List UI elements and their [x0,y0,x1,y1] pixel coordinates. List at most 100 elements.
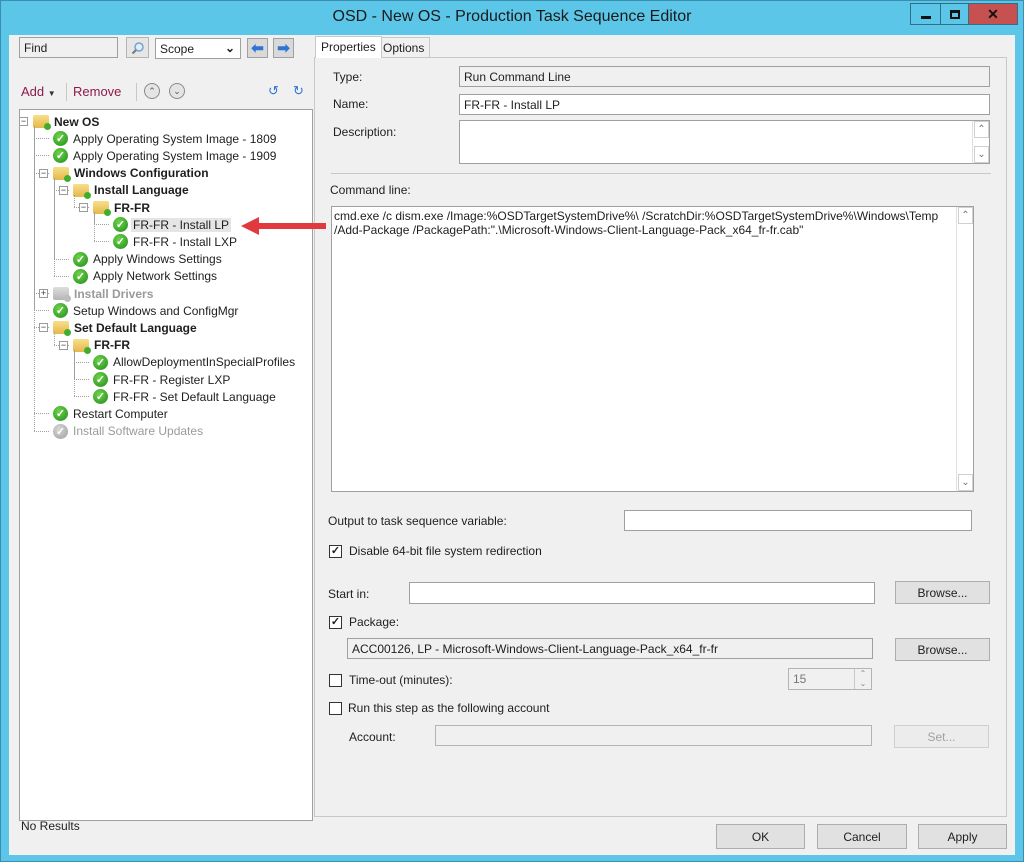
package-browse-button[interactable]: Browse... [895,638,990,661]
output-variable-label: Output to task sequence variable: [328,514,507,528]
run-as-checkbox[interactable] [329,702,342,715]
tree-step[interactable]: ✓ Apply Operating System Image - 1909 [53,147,278,164]
search-status: No Results [21,819,80,833]
move-up-button[interactable]: ⌃ [144,83,160,99]
expand-all-icon[interactable]: ↻ [293,83,309,100]
move-down-icon: ⌄ [173,85,181,96]
scroll-up-icon[interactable]: ⌃ [974,121,989,138]
tree-step[interactable]: ✓ AllowDeploymentInSpecialProfiles [93,354,297,371]
timeout-checkbox[interactable] [329,674,342,687]
window-title: OSD - New OS - Production Task Sequence … [332,8,692,25]
collapse-node-icon[interactable]: − [59,185,68,195]
spin-down-icon[interactable]: ⌄ [855,679,871,689]
apply-button[interactable]: Apply [918,824,1007,849]
tree-step[interactable]: ✓ FR-FR - Register LXP [93,371,232,388]
tree-connector [34,430,49,432]
description-field[interactable]: ⌃ ⌄ [459,120,990,164]
tree-step[interactable]: ✓ FR-FR - Install LP [113,216,232,233]
tree-connector [54,177,55,276]
scroll-up-icon[interactable]: ⌃ [958,207,973,224]
description-label: Description: [333,125,397,139]
tree-connector [74,194,75,207]
expand-node-icon[interactable]: + [39,289,48,298]
tree-item-label: AllowDeploymentInSpecialProfiles [113,355,296,370]
find-button[interactable] [126,37,149,58]
command-line-field[interactable]: cmd.exe /c dism.exe /Image:%OSDTargetSys… [331,206,974,492]
spinner-arrows[interactable]: ⌃ ⌄ [854,669,871,689]
collapse-node-icon[interactable]: − [39,323,48,333]
start-in-browse-button[interactable]: Browse... [895,581,990,604]
name-field[interactable]: FR-FR - Install LP [459,94,990,115]
title-bar[interactable]: OSD - New OS - Production Task Sequence … [1,1,1023,35]
tree-connector [34,126,35,431]
dropdown-caret-icon: ▼ [47,89,56,98]
timeout-spinner[interactable]: 15 ⌃ ⌄ [788,668,872,690]
tree-connector [74,349,75,397]
step-success-icon: ✓ [93,389,108,405]
command-line-scrollbar[interactable]: ⌃ ⌄ [956,207,973,491]
find-previous-button[interactable]: ⬅ [247,38,268,58]
toolbar-divider [66,83,67,101]
tree-step[interactable]: ✓ Apply Operating System Image - 1809 [53,130,278,147]
step-success-icon: ✓ [113,217,128,233]
tree-item-label: Apply Windows Settings [93,252,222,267]
collapse-node-icon[interactable]: − [59,340,68,350]
start-in-field[interactable] [409,582,875,604]
tree-step[interactable]: ✓ Apply Windows Settings [73,251,224,268]
tree-group[interactable]: Windows Configuration [53,165,211,182]
close-button[interactable]: ✕ [969,3,1018,25]
tree-group[interactable]: Install Drivers [53,285,155,302]
task-sequence-editor-window: OSD - New OS - Production Task Sequence … [0,0,1024,862]
tab-options[interactable]: Options [377,37,431,58]
spin-up-icon[interactable]: ⌃ [855,669,871,679]
tree-group[interactable]: FR-FR [73,337,132,354]
tree-item-label: FR-FR - Install LP [131,217,232,232]
tree-connector [34,155,49,157]
tree-connector [94,224,109,226]
move-down-button[interactable]: ⌄ [169,83,185,99]
tree-connector [34,413,49,415]
tree-group[interactable]: FR-FR [93,199,152,216]
step-success-icon: ✓ [53,148,68,164]
maximize-button[interactable] [940,3,969,25]
tab-properties[interactable]: Properties [315,36,382,58]
tree-step[interactable]: ✓ FR-FR - Install LXP [113,233,239,250]
collapse-node-icon[interactable]: − [79,203,88,212]
tree-connector [74,396,89,398]
annotation-arrow-icon [241,217,326,235]
tree-group[interactable]: New OS [33,113,101,130]
scroll-down-icon[interactable]: ⌄ [958,474,973,491]
command-line-value: cmd.exe /c dism.exe /Image:%OSDTargetSys… [334,209,939,237]
collapse-node-icon[interactable]: − [39,168,48,178]
remove-button[interactable]: Remove [73,84,121,99]
disable-redirection-checkbox[interactable]: ✓ [329,545,342,558]
step-success-icon: ✓ [113,234,128,250]
add-menu-button[interactable]: Add ▼ [21,84,56,99]
find-input[interactable]: Find [19,37,118,58]
minimize-icon [920,15,931,19]
collapse-all-icon[interactable]: ↺ [268,83,284,100]
description-scrollbar[interactable]: ⌃ ⌄ [972,121,989,163]
find-next-button[interactable]: ➡ [273,38,294,58]
tree-step[interactable]: ✓ Restart Computer [53,405,170,422]
scope-dropdown[interactable]: Scope ⌄ [155,38,241,59]
step-success-icon: ✓ [73,251,88,267]
scroll-down-icon[interactable]: ⌄ [974,146,989,163]
tree-connector [94,241,109,243]
ok-button[interactable]: OK [716,824,805,849]
minimize-button[interactable] [910,3,940,25]
tree-connector [74,361,89,363]
tree-group[interactable]: Install Language [73,182,191,199]
add-label: Add [21,84,45,99]
tree-step[interactable]: ✓ FR-FR - Set Default Language [93,388,278,405]
group-folder-icon [53,166,71,182]
output-variable-field[interactable] [624,510,972,531]
tree-step[interactable]: ✓ Install Software Updates [53,423,205,440]
tree-connector [74,379,89,380]
cancel-button[interactable]: Cancel [817,824,907,849]
package-checkbox[interactable]: ✓ [329,616,342,629]
collapse-node-icon[interactable]: − [20,117,28,126]
tree-group[interactable]: Set Default Language [53,319,199,337]
tree-step[interactable]: ✓ Setup Windows and ConfigMgr [53,302,240,319]
tree-step[interactable]: ✓ Apply Network Settings [73,268,219,285]
